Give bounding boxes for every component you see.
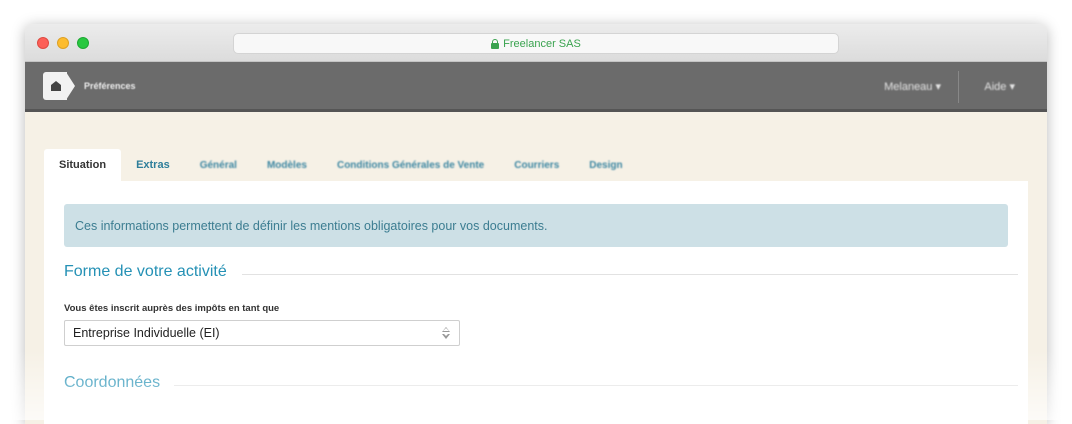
- tab-modeles[interactable]: Modèles: [252, 149, 322, 181]
- tax-status-label: Vous êtes inscrit auprès des impôts en t…: [64, 303, 280, 314]
- close-window-button[interactable]: [37, 37, 49, 49]
- minimize-window-button[interactable]: [57, 37, 69, 49]
- info-alert: Ces informations permettent de définir l…: [64, 204, 1008, 247]
- address-text: Freelancer SAS: [503, 37, 581, 50]
- app-header: Préférences Melaneau ▾ Aide ▾: [25, 62, 1047, 112]
- help-menu[interactable]: Aide ▾: [984, 80, 1015, 93]
- user-menu[interactable]: Melaneau ▾: [884, 80, 941, 93]
- tab-general[interactable]: Général: [185, 149, 252, 181]
- tab-design[interactable]: Design: [574, 149, 637, 181]
- tab-courriers[interactable]: Courriers: [499, 149, 574, 181]
- address-bar[interactable]: Freelancer SAS: [233, 33, 839, 54]
- tab-bar: Situation Extras Général Modèles Conditi…: [44, 149, 638, 181]
- section-title-activity: Forme de votre activité: [64, 263, 227, 280]
- settings-panel: Ces informations permettent de définir l…: [44, 181, 1028, 424]
- tab-extras[interactable]: Extras: [121, 149, 185, 181]
- nav-divider: [958, 71, 959, 103]
- logo-icon[interactable]: [43, 72, 75, 100]
- updown-icon: [441, 326, 451, 340]
- section-divider: [174, 385, 1018, 386]
- tax-status-value: Entreprise Individuelle (EI): [73, 326, 220, 340]
- section-title-contact: Coordonnées: [64, 374, 161, 391]
- tax-status-select[interactable]: Entreprise Individuelle (EI): [64, 320, 460, 346]
- page-title: Préférences: [84, 81, 136, 91]
- lock-icon: [491, 38, 500, 49]
- tab-cgv[interactable]: Conditions Générales de Vente: [322, 149, 499, 181]
- info-message: Ces informations permettent de définir l…: [75, 218, 548, 233]
- maximize-window-button[interactable]: [77, 37, 89, 49]
- section-divider: [242, 274, 1018, 275]
- title-bar: Freelancer SAS: [25, 24, 1047, 62]
- tab-situation[interactable]: Situation: [44, 149, 122, 181]
- browser-window: Freelancer SAS Préférences Melaneau ▾ Ai…: [25, 24, 1047, 424]
